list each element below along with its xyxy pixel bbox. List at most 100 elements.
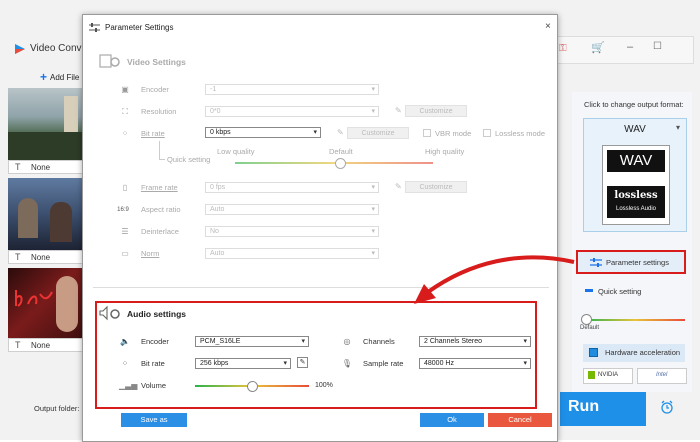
pencil-icon: ✎	[337, 128, 344, 137]
audio-settings-heading: Audio settings	[127, 309, 187, 319]
video-thumbnail-2[interactable]	[8, 178, 90, 250]
volume-slider-handle[interactable]	[247, 381, 258, 392]
lossless-badge: lossless Lossless Audio	[607, 186, 665, 218]
video-quality-slider-handle[interactable]	[335, 158, 346, 169]
video-thumbnail-1[interactable]	[8, 88, 90, 160]
frame-rate-select[interactable]: 0 fps	[205, 182, 379, 193]
frame-rate-customize-button[interactable]: Customize	[405, 181, 467, 193]
frame-rate-label: Frame rate	[141, 183, 178, 192]
aspect-ratio-icon: 16:9	[117, 207, 129, 213]
checkbox-icon	[589, 348, 598, 357]
minimize-icon[interactable]: –	[627, 41, 633, 53]
resolution-label: Resolution	[141, 107, 177, 116]
alarm-clock-icon[interactable]	[660, 400, 674, 414]
deinterlace-select[interactable]: No	[205, 226, 379, 237]
channels-select[interactable]: 2 Channels Stereo	[419, 336, 531, 347]
vbr-mode-label: VBR mode	[435, 129, 472, 138]
deinterlace-label: Deinterlace	[141, 227, 179, 236]
channels-label: Channels	[363, 337, 395, 346]
aspect-ratio-select[interactable]: Auto	[205, 204, 379, 215]
output-folder-label: Output folder:	[34, 404, 80, 413]
key-icon[interactable]: ⚿	[559, 43, 567, 54]
quick-setting-icon	[585, 289, 593, 292]
dialog-title: Parameter Settings	[105, 23, 174, 32]
quick-setting-slider-handle[interactable]	[581, 314, 592, 325]
subtitle-selector-3[interactable]: T None	[8, 338, 90, 352]
save-as-button[interactable]: Save as	[121, 413, 187, 427]
resolution-customize-button[interactable]: Customize	[405, 105, 467, 117]
video-thumbnail-3[interactable]	[8, 268, 90, 340]
text-icon: T	[15, 252, 21, 262]
pencil-icon: ✎	[395, 106, 402, 115]
video-quality-slider[interactable]	[235, 162, 433, 164]
quick-setting-slider[interactable]	[585, 319, 685, 321]
ok-button[interactable]: Ok	[420, 413, 484, 427]
norm-icon: ▭	[121, 249, 129, 258]
volume-level-icon: ▁▃▅	[119, 381, 138, 390]
connector-line	[159, 141, 160, 159]
audio-settings-icon	[99, 305, 120, 321]
aspect-ratio-label: Aspect ratio	[141, 205, 181, 214]
lossless-mode-checkbox[interactable]	[483, 129, 491, 137]
parameter-settings-dialog: Parameter Settings × Video Settings ▣ En…	[82, 14, 558, 442]
speaker-icon: 🔈	[120, 337, 130, 346]
audio-bitrate-edit-icon[interactable]: ✎	[297, 357, 308, 368]
wav-logo-text: WAV	[607, 150, 665, 172]
channels-icon: ◎	[343, 337, 351, 346]
sliders-icon	[590, 258, 602, 267]
hardware-acceleration-toggle[interactable]: Hardware acceleration	[583, 344, 685, 362]
sample-rate-select[interactable]: 48000 Hz	[419, 358, 531, 369]
wav-format-logo: WAV lossless Lossless Audio	[602, 145, 670, 225]
norm-label: Norm	[141, 249, 160, 258]
deinterlace-icon: ☰	[121, 227, 129, 236]
nvidia-badge: NVIDIA	[583, 368, 633, 384]
app-logo-icon	[15, 44, 25, 54]
quick-setting-default-label: Default	[580, 325, 600, 331]
video-settings-heading: Video Settings	[127, 57, 186, 67]
add-file-button[interactable]: + Add File	[40, 70, 79, 84]
nvidia-logo-icon	[588, 371, 595, 379]
audio-bitrate-icon: ⁘	[121, 359, 129, 368]
run-button[interactable]: Run	[560, 392, 646, 426]
parameter-settings-button[interactable]: Parameter settings	[576, 250, 686, 274]
sliders-icon	[89, 23, 100, 32]
maximize-icon[interactable]: ☐	[653, 41, 662, 52]
video-bitrate-select[interactable]: 0 kbps	[205, 127, 321, 138]
intel-badge: Intel	[637, 368, 687, 384]
video-quick-setting-label: Quick setting	[167, 155, 211, 164]
video-encoder-label: Encoder	[141, 85, 169, 94]
sample-rate-label: Sample rate	[363, 359, 404, 368]
video-encoder-select[interactable]: -1	[205, 84, 379, 95]
bitrate-customize-button[interactable]: Customize	[347, 127, 409, 139]
chevron-down-icon[interactable]: ▾	[676, 123, 680, 132]
audio-encoder-label: Encoder	[141, 337, 169, 346]
plus-icon: +	[40, 70, 48, 84]
output-format-card[interactable]: WAV ▾ WAV lossless Lossless Audio	[583, 118, 687, 232]
text-icon: T	[15, 340, 21, 350]
volume-label: Volume	[141, 381, 167, 390]
connector-line	[159, 159, 165, 160]
close-icon[interactable]: ×	[545, 21, 551, 32]
subtitle-selector-1[interactable]: T None	[8, 160, 90, 174]
audio-bitrate-label: Bit rate	[141, 359, 165, 368]
audio-encoder-select[interactable]: PCM_S16LE	[195, 336, 309, 347]
high-quality-label: High quality	[425, 147, 465, 156]
low-quality-label: Low quality	[217, 147, 255, 156]
frame-rate-icon: ▯	[122, 183, 128, 192]
output-format-hint: Click to change output format:	[584, 100, 684, 109]
norm-select[interactable]: Auto	[205, 248, 379, 259]
video-settings-icon	[99, 54, 120, 68]
output-format-name: WAV	[624, 124, 646, 135]
default-quality-label: Default	[329, 147, 353, 156]
encoder-icon: ▣	[121, 85, 129, 94]
vbr-mode-checkbox[interactable]	[423, 129, 431, 137]
cart-icon[interactable]: 🛒	[591, 41, 605, 54]
audio-bitrate-select[interactable]: 256 kbps	[195, 358, 291, 369]
video-bitrate-label: Bit rate	[141, 129, 165, 138]
resolution-select[interactable]: 0*0	[205, 106, 379, 117]
subtitle-selector-2[interactable]: T None	[8, 250, 90, 264]
resolution-icon: ⛶	[122, 107, 128, 116]
pencil-icon: ✎	[395, 182, 402, 191]
title-bar-controls: ⚿ 🛒 – ☐	[556, 36, 694, 64]
cancel-button[interactable]: Cancel	[488, 413, 552, 427]
